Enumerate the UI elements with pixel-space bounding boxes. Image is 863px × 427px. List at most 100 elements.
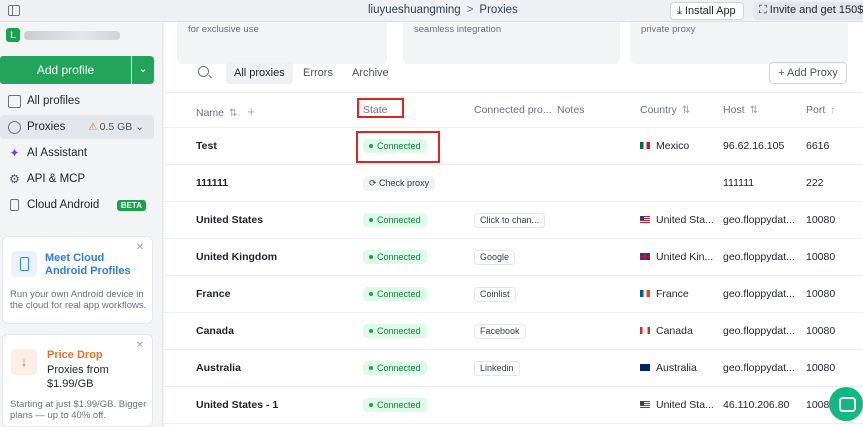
promo-description: Starting at just $1.99/GB. Bigger plans … (10, 399, 147, 421)
sort-ascending-icon[interactable]: ↑ (830, 105, 835, 116)
connected-profile-chip[interactable]: Coinlist (474, 287, 516, 302)
proxy-name: Canada (196, 325, 234, 337)
breadcrumb-current: Proxies (479, 4, 518, 16)
table-row[interactable]: Canada Connected Facebook Canada geo.flo… (164, 313, 863, 350)
account-avatar[interactable]: L (6, 28, 20, 42)
us-flag-icon (640, 216, 650, 223)
android-phone-icon (11, 251, 37, 277)
column-header-label: Country (640, 104, 677, 116)
feature-card-text: for exclusive use (188, 24, 259, 35)
check-proxy-button[interactable]: ⟳ Check proxy (363, 176, 436, 191)
add-column-icon[interactable]: + (247, 104, 255, 119)
promo-price-drop[interactable]: ✕ ↓ Price Drop Proxies from $1.99/GB Sta… (2, 334, 153, 427)
table-row[interactable]: Australia Connected Linkedin Australia g… (164, 350, 863, 387)
add-profile-dropdown[interactable]: ⌄ (132, 56, 154, 84)
sidebar: L Add profile ⌄ All profiles Proxies ⚠ 0.… (0, 22, 163, 427)
sparkle-icon: ✦ (9, 145, 20, 160)
status-badge: Connected (363, 213, 427, 227)
country-cell: United Kin... (640, 251, 713, 263)
breadcrumb-workspace[interactable]: liuyueshuangming (368, 4, 461, 16)
sort-icon[interactable]: ⇅ (682, 105, 690, 116)
country-cell: France (640, 288, 689, 300)
status-badge: Connected (363, 361, 427, 375)
feature-card: private proxy (630, 22, 848, 64)
connected-profile-chip[interactable]: Google (474, 250, 516, 265)
sidebar-item-api-mcp[interactable]: ⚙ API & MCP (0, 167, 154, 191)
table-row[interactable]: Test Connected Mexico 96.62.16.105 6616 (164, 128, 863, 165)
sidebar-item-label: Cloud Android (27, 199, 100, 211)
download-icon: ⤓ (677, 5, 685, 17)
phone-icon (10, 199, 19, 211)
arrow-down-icon: ↓ (11, 349, 37, 375)
sidebar-toggle-icon[interactable] (8, 5, 20, 16)
check-proxy-label: Check proxy (379, 178, 430, 188)
sidebar-item-label: API & MCP (27, 173, 86, 185)
feature-card: seamless integration (403, 22, 620, 64)
host-cell: 111111 (723, 177, 755, 189)
add-proxy-button[interactable]: + Add Proxy (769, 62, 847, 84)
table-row[interactable]: United States - 1 Connected United Sta..… (164, 387, 863, 424)
connected-profile-chip[interactable]: Linkedin (474, 361, 520, 376)
country-label: Mexico (656, 140, 690, 152)
sort-icon[interactable]: ⇅ (750, 105, 758, 116)
tab-errors[interactable]: Errors (295, 62, 341, 84)
country-label: France (656, 288, 689, 300)
add-profile-button[interactable]: Add profile (0, 56, 131, 84)
connected-profile-chip[interactable]: Facebook (474, 324, 526, 339)
status-badge: Connected (363, 398, 427, 412)
close-icon[interactable]: ✕ (136, 340, 144, 351)
usage-warning[interactable]: ⚠ 0.5 GB ⌄ (88, 121, 144, 133)
host-cell: geo.floppydat... (723, 288, 795, 300)
proxy-name: United Kingdom (196, 251, 278, 263)
table-row[interactable]: United Kingdom Connected Google United K… (164, 239, 863, 276)
proxy-name: Australia (196, 362, 241, 374)
install-app-button[interactable]: ⤓ Install App (670, 2, 744, 20)
france-flag-icon (640, 290, 650, 297)
invite-button[interactable]: ⛶ Invite and get 150$ (753, 2, 863, 20)
proxy-name: United States - 1 (196, 399, 279, 411)
sidebar-item-cloud-android[interactable]: Cloud Android BETA (0, 193, 154, 217)
sort-icon[interactable]: ⇅ (229, 108, 237, 119)
column-header-name[interactable]: Name ⇅ + (196, 104, 255, 119)
column-header-host[interactable]: Host ⇅ (723, 104, 758, 116)
promo-description: Run your own Android device in the cloud… (10, 289, 147, 311)
feature-card-text: private proxy (641, 24, 696, 35)
host-cell: geo.floppydat... (723, 214, 795, 226)
sidebar-item-proxies[interactable]: Proxies ⚠ 0.5 GB ⌄ (0, 115, 154, 139)
column-header-notes[interactable]: Notes (557, 104, 584, 116)
status-badge: Connected (363, 287, 427, 301)
host-cell: geo.floppydat... (723, 325, 795, 337)
australia-flag-icon (640, 364, 650, 371)
invite-label: Invite and get 150$ (769, 4, 863, 16)
table-row[interactable]: France Connected Coinlist France geo.flo… (164, 276, 863, 313)
table-row[interactable]: 111111 ⟳ Check proxy 111111 222 (164, 165, 863, 202)
us-flag-icon (640, 401, 650, 408)
sidebar-item-ai-assistant[interactable]: ✦ AI Assistant (0, 141, 154, 165)
main-content: for exclusive use seamless integration p… (164, 22, 863, 427)
sidebar-item-all-profiles[interactable]: All profiles (0, 89, 154, 113)
connected-profile-chip[interactable]: Click to chan... (474, 213, 546, 228)
status-badge: Connected (363, 250, 427, 264)
tab-archive[interactable]: Archive (344, 62, 397, 84)
column-header-port[interactable]: Port ↑ (806, 104, 835, 116)
search-icon[interactable] (198, 66, 209, 77)
title-bar: liuyueshuangming > Proxies ⤓ Install App ⛶… (0, 0, 863, 22)
sidebar-item-label: Proxies (27, 121, 66, 133)
country-label: Australia (656, 362, 697, 374)
gift-icon: ⛶ (759, 4, 770, 16)
support-chat-button[interactable] (829, 387, 863, 421)
account-name-redacted[interactable] (24, 31, 120, 40)
column-header-country[interactable]: Country ⇅ (640, 104, 690, 116)
close-icon[interactable]: ✕ (136, 242, 144, 253)
tab-all-proxies[interactable]: All proxies (226, 62, 293, 84)
beta-badge: BETA (116, 199, 146, 211)
canada-flag-icon (640, 327, 650, 334)
column-header-connected[interactable]: Connected pro... (474, 104, 552, 116)
table-row[interactable]: United States Connected Click to chan...… (164, 202, 863, 239)
country-cell: United Sta... (640, 399, 714, 411)
column-header-label: Port (806, 104, 826, 116)
usage-amount: 0.5 GB (99, 121, 133, 133)
promo-subtitle: Proxies from $1.99/GB (47, 364, 109, 390)
promo-cloud-android[interactable]: ✕ Meet Cloud Android Profiles Run your o… (2, 236, 153, 324)
mexico-flag-icon (640, 142, 650, 149)
